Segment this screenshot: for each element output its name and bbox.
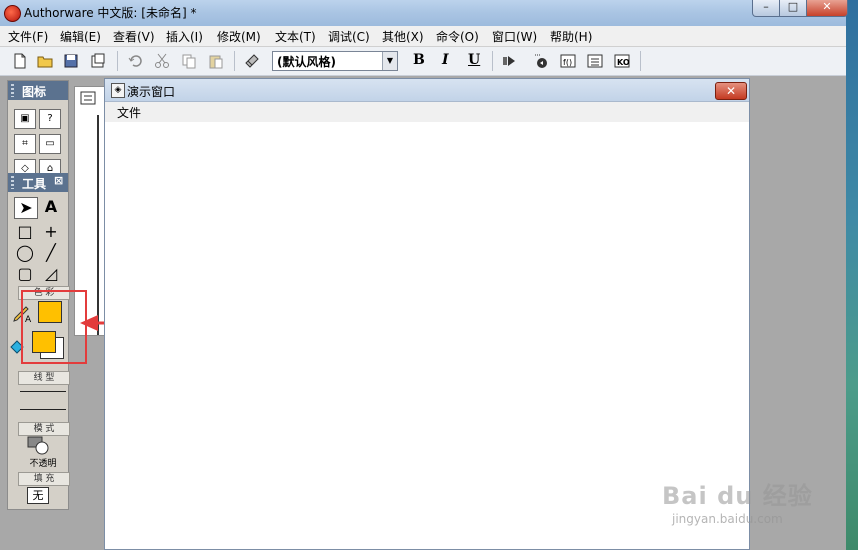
icons-palette-title: 图标 xyxy=(22,85,47,99)
menu-command[interactable]: 命令(O) xyxy=(436,28,479,45)
rounded-rect-tool-icon[interactable]: ▢ xyxy=(14,264,36,284)
design-window-icon xyxy=(80,91,96,105)
wait-icon[interactable]: ▭ xyxy=(39,134,61,154)
polygon-tool-icon[interactable]: ◿ xyxy=(40,264,62,284)
menu-view[interactable]: 查看(V) xyxy=(113,28,155,45)
icons-palette-header[interactable]: 图标 xyxy=(8,81,68,100)
rectangle-tool-icon[interactable]: □ xyxy=(14,222,36,242)
minimize-button[interactable]: – xyxy=(752,0,780,17)
menu-modify[interactable]: 修改(M) xyxy=(217,28,261,45)
presentation-window: ◈ 演示窗口 ✕ 文件 xyxy=(104,78,750,550)
save-all-icon[interactable] xyxy=(63,53,79,69)
menu-insert[interactable]: 插入(I) xyxy=(166,28,203,45)
italic-button[interactable]: I xyxy=(442,52,449,68)
toolbar: (默认风格) ▼ B I U f() KO xyxy=(0,47,846,76)
new-file-icon[interactable] xyxy=(12,53,28,69)
tools-palette-title: 工具 xyxy=(22,177,47,191)
maximize-button[interactable]: □ xyxy=(779,0,807,17)
menu-file[interactable]: 文件(F) xyxy=(8,28,48,45)
line-style-medium[interactable] xyxy=(20,409,66,410)
svg-text:f(): f() xyxy=(563,58,572,67)
title-bar: Authorware 中文版: [未命名] * – □ ✕ xyxy=(0,0,848,26)
window-title: Authorware 中文版: [未命名] * xyxy=(24,6,197,20)
menu-debug[interactable]: 调试(C) xyxy=(328,28,370,45)
crosshair-tool-icon[interactable]: + xyxy=(40,222,62,242)
fill-label: 填 充 xyxy=(18,472,70,486)
control-panel-icon[interactable] xyxy=(533,53,549,69)
display-icon[interactable]: ▣ xyxy=(14,109,36,129)
cut-icon[interactable] xyxy=(154,53,170,69)
text-style-select[interactable]: (默认风格) ▼ xyxy=(272,51,398,71)
find-icon[interactable] xyxy=(244,53,260,69)
presentation-canvas[interactable] xyxy=(105,123,749,549)
mode-label: 模 式 xyxy=(18,422,70,436)
fill-pattern-none[interactable]: 无 xyxy=(27,487,49,504)
underline-button[interactable]: U xyxy=(468,52,480,68)
line-style-thin[interactable] xyxy=(20,391,66,392)
tools-palette-header[interactable]: 工具 ⊠ xyxy=(8,173,68,192)
line-tool-icon[interactable]: ╱ xyxy=(40,243,62,263)
svg-text:KO: KO xyxy=(617,58,630,67)
pointer-tool-icon[interactable]: ➤ xyxy=(14,197,38,219)
functions-icon[interactable]: f() xyxy=(560,53,576,69)
menu-bar: 文件(F) 编辑(E) 查看(V) 插入(I) 修改(M) 文本(T) 调试(C… xyxy=(0,26,846,47)
presentation-title: 演示窗口 xyxy=(127,85,176,99)
menu-text[interactable]: 文本(T) xyxy=(275,28,316,45)
line-style-label: 线 型 xyxy=(18,371,70,385)
baidu-watermark-logo: Bai du 经验 xyxy=(662,482,813,510)
knowledge-objects-icon[interactable]: KO xyxy=(614,53,630,69)
chevron-down-icon[interactable]: ▼ xyxy=(382,52,397,70)
presentation-close-button[interactable]: ✕ xyxy=(715,82,747,100)
close-button[interactable]: ✕ xyxy=(806,0,848,17)
presentation-window-icon: ◈ xyxy=(111,83,125,98)
presentation-menu-bar: 文件 xyxy=(105,102,749,122)
baidu-watermark-url: jingyan.baidu.com xyxy=(672,512,783,526)
mode-value: 不透明 xyxy=(29,459,57,469)
presentation-menu-file[interactable]: 文件 xyxy=(117,104,141,121)
menu-other[interactable]: 其他(X) xyxy=(382,28,424,45)
variables-icon[interactable] xyxy=(587,53,603,69)
tools-close-icon[interactable]: ⊠ xyxy=(54,174,63,187)
import-icon[interactable] xyxy=(90,53,106,69)
authorware-window: Authorware 中文版: [未命名] * – □ ✕ 文件(F) 编辑(E… xyxy=(0,0,848,550)
undo-icon[interactable] xyxy=(127,53,143,69)
restart-icon[interactable] xyxy=(501,53,517,69)
menu-window[interactable]: 窗口(W) xyxy=(492,28,537,45)
text-tool-icon[interactable]: A xyxy=(40,197,62,217)
paste-icon[interactable] xyxy=(208,53,224,69)
ellipse-tool-icon[interactable]: ◯ xyxy=(14,243,36,263)
presentation-title-bar[interactable]: ◈ 演示窗口 ✕ xyxy=(105,79,749,102)
open-folder-icon[interactable] xyxy=(37,53,53,69)
copy-icon[interactable] xyxy=(181,53,197,69)
menu-edit[interactable]: 编辑(E) xyxy=(60,28,101,45)
bold-button[interactable]: B xyxy=(413,52,425,68)
opaque-mode-icon[interactable] xyxy=(26,436,52,456)
erase-icon[interactable]: ⌗ xyxy=(14,134,36,154)
text-style-value: (默认风格) xyxy=(277,55,336,69)
menu-help[interactable]: 帮助(H) xyxy=(550,28,592,45)
question-icon[interactable]: ? xyxy=(39,109,61,129)
authorware-logo-icon xyxy=(4,5,21,22)
